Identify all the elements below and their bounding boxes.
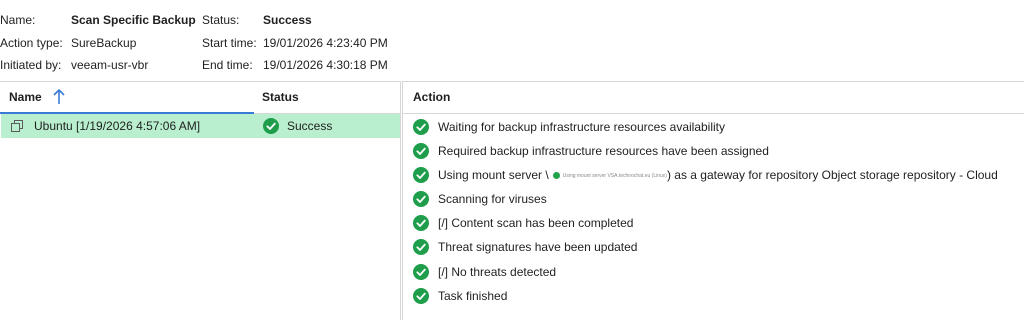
name-label: Name: xyxy=(0,13,36,27)
status-value: Success xyxy=(263,13,312,27)
log-entry-text: [/] No threats detected xyxy=(438,265,557,279)
server-status-dot xyxy=(552,172,560,180)
session-name: Ubuntu [1/19/2026 4:57:06 AM] xyxy=(34,119,201,133)
action-type-label: Action type: xyxy=(0,36,63,50)
log-entry-text: [/] Content scan has been completed xyxy=(438,216,634,230)
vm-icon xyxy=(10,119,24,133)
action-log: Action Waiting for backup infrastructure… xyxy=(402,81,1024,320)
start-time-label: Start time: xyxy=(202,36,257,50)
log-entry-text-end: ) as a gateway for repository Object sto… xyxy=(666,168,998,182)
sort-ascending-icon[interactable] xyxy=(51,88,67,106)
start-time-value: 19/01/2026 4:23:40 PM xyxy=(263,36,388,50)
log-entry-text: Using mount server \ Using mount server V… xyxy=(438,165,998,186)
column-header-name-label: Name xyxy=(9,90,42,104)
session-summary: Name: Scan Specific Backup Action type: … xyxy=(0,0,1024,80)
name-value: Scan Specific Backup xyxy=(71,13,196,27)
action-type-value: SureBackup xyxy=(71,36,137,50)
initiated-by-label: Initiated by: xyxy=(0,58,62,72)
log-entry-text: Waiting for backup infrastructure resour… xyxy=(438,120,726,134)
table-row[interactable]: Ubuntu [1/19/2026 4:57:06 AM] Success xyxy=(1,114,400,138)
success-icon xyxy=(413,191,429,207)
success-icon xyxy=(413,167,429,183)
success-icon xyxy=(413,143,429,159)
end-time-label: End time: xyxy=(202,58,253,72)
log-entry-text: Required backup infrastructure resources… xyxy=(438,144,769,158)
status-label: Status: xyxy=(202,13,240,27)
sessions-table: Name Status Ubuntu [1/19/2026 4:57:06 AM… xyxy=(0,81,401,320)
column-header-action-label: Action xyxy=(413,90,451,104)
column-header-status-label: Status xyxy=(262,90,299,104)
column-header-action[interactable]: Action xyxy=(413,82,713,112)
log-entry-text-start: Using mount server \ xyxy=(438,168,549,182)
header-divider xyxy=(403,113,1024,114)
session-status: Success xyxy=(287,119,333,133)
log-entry-text: Scanning for viruses xyxy=(438,192,547,206)
log-entry-text: Threat signatures have been updated xyxy=(438,240,638,254)
success-icon xyxy=(413,288,429,304)
mount-server-name: Using mount server VSA.technochat.eu (Li… xyxy=(562,172,667,179)
log-entry-text: Task finished xyxy=(438,289,508,303)
success-icon xyxy=(413,215,429,231)
success-icon xyxy=(413,264,429,280)
success-icon xyxy=(413,239,429,255)
end-time-value: 19/01/2026 4:30:18 PM xyxy=(263,58,388,72)
success-icon xyxy=(263,118,279,134)
success-icon xyxy=(413,119,429,135)
column-header-status[interactable]: Status xyxy=(262,82,392,112)
initiated-by-value: veeam-usr-vbr xyxy=(71,58,149,72)
column-header-name[interactable]: Name xyxy=(9,82,254,112)
